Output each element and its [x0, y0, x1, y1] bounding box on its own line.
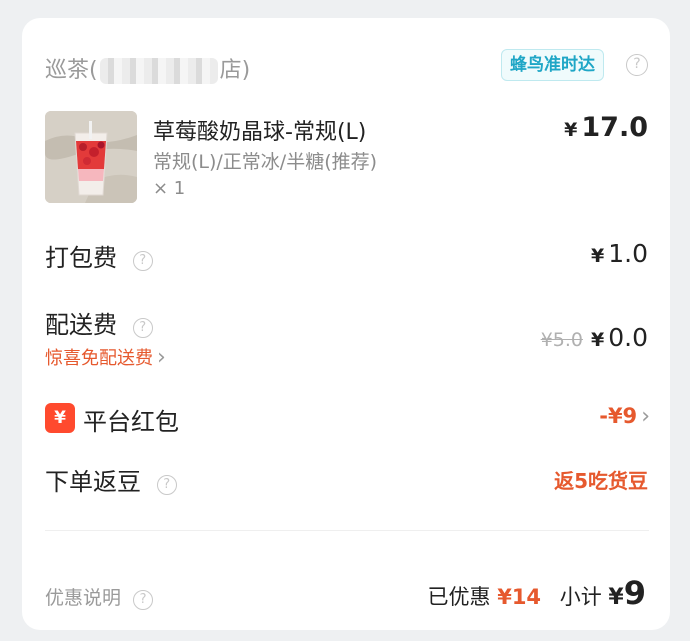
- order-total: 已优惠 ¥14 小计 ¥9: [428, 574, 646, 612]
- delivery-fee-help-icon[interactable]: ?: [132, 318, 153, 338]
- return-beans-value: 返5吃货豆: [554, 469, 648, 493]
- currency-symbol: ¥: [564, 119, 578, 141]
- help-icon[interactable]: ?: [626, 54, 648, 76]
- product-price-value: 17.0: [581, 112, 648, 143]
- product-spec: 常规(L)/正常冰/半糖(推荐): [153, 151, 378, 173]
- store-name-suffix: 店): [219, 58, 251, 83]
- chevron-right-icon: ›: [641, 404, 650, 429]
- packing-fee-row: 打包费 ?: [45, 238, 153, 273]
- red-packet-icon: ¥: [45, 403, 75, 433]
- delivery-fee-value: ¥5.0 ¥0.0: [541, 323, 648, 352]
- packing-fee-label: 打包费: [45, 244, 117, 272]
- return-beans-label: 下单返豆: [45, 468, 141, 496]
- order-summary-card: 巡茶( 店) 蜂鸟准时达 ? 草莓酸奶晶球-常规(L) 常规(L)/正常冰/半糖(…: [22, 18, 670, 630]
- subtotal-currency: ¥: [608, 585, 624, 610]
- packing-fee-value: ¥1.0: [591, 239, 648, 268]
- store-name[interactable]: 巡茶( 店): [45, 52, 250, 84]
- free-delivery-promo[interactable]: 惊喜免配送费 ›: [45, 344, 166, 370]
- divider: [45, 530, 649, 531]
- product-name: 草莓酸奶晶球-常规(L): [153, 120, 367, 145]
- discount-help-icon[interactable]: ?: [133, 590, 154, 610]
- delivery-badge[interactable]: 蜂鸟准时达: [501, 49, 604, 81]
- currency-symbol: ¥: [591, 329, 605, 351]
- subtotal-amount: 9: [623, 574, 646, 612]
- platform-red-packet-value[interactable]: -¥9 ›: [599, 404, 650, 429]
- delivery-fee-original: ¥5.0: [540, 329, 583, 351]
- delivery-fee-label: 配送费: [45, 311, 117, 339]
- discount-explanation-label: 优惠说明: [45, 587, 122, 609]
- store-name-prefix: 巡茶(: [45, 58, 98, 83]
- product-thumbnail[interactable]: [45, 111, 137, 203]
- product-quantity: × 1: [153, 178, 186, 199]
- subtotal-label: 小计: [559, 585, 602, 609]
- red-packet-amount: -¥9: [599, 404, 638, 428]
- delivery-fee-row: 配送费 ?: [45, 305, 153, 340]
- platform-red-packet-label: 平台红包: [83, 408, 179, 436]
- return-beans-row: 下单返豆 ?: [45, 462, 177, 497]
- chevron-right-icon: ›: [157, 345, 166, 370]
- currency-symbol: ¥: [591, 245, 605, 267]
- blurred-store-name: [99, 58, 218, 84]
- free-delivery-promo-text: 惊喜免配送费: [45, 348, 153, 369]
- saved-label: 已优惠: [427, 585, 491, 609]
- packing-fee-amount: 1.0: [608, 239, 648, 268]
- saved-amount: ¥14: [497, 585, 542, 609]
- delivery-fee-amount: 0.0: [608, 323, 648, 352]
- drink-cup-image: [45, 111, 137, 203]
- packing-fee-help-icon[interactable]: ?: [132, 251, 153, 271]
- product-price: ¥17.0: [564, 112, 648, 143]
- discount-explanation[interactable]: 优惠说明 ?: [45, 583, 154, 610]
- return-beans-help-icon[interactable]: ?: [156, 475, 177, 495]
